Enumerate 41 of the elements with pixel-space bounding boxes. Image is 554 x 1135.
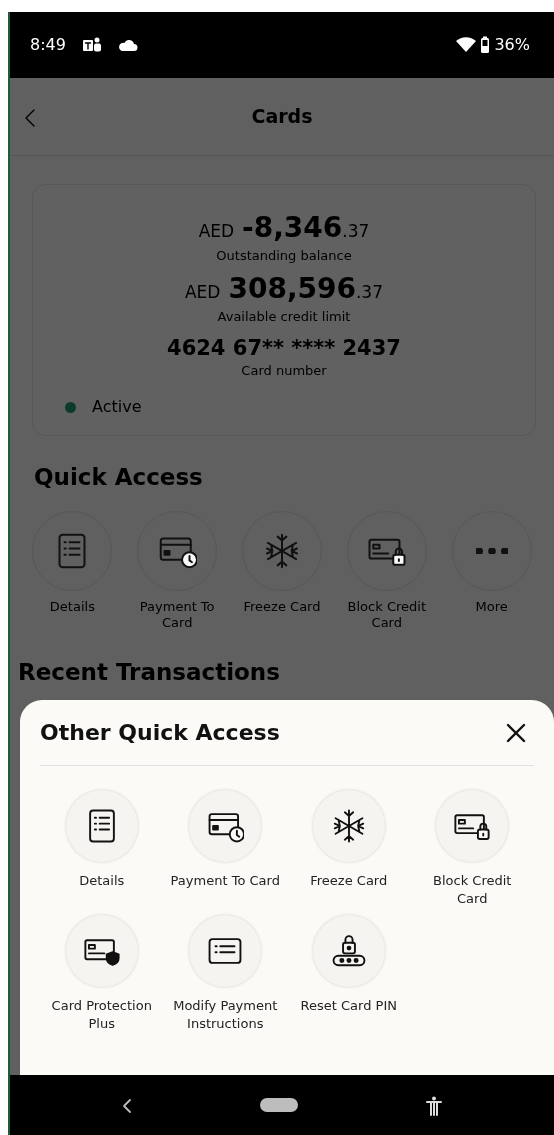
section-heading: Recent Transactions <box>17 658 281 688</box>
teams-icon <box>81 36 102 54</box>
accessibility-icon <box>426 1095 442 1116</box>
action-button[interactable] <box>189 790 262 862</box>
more-dots-icon <box>475 547 508 554</box>
currency-label: AED <box>198 220 235 243</box>
action-label: Details <box>49 598 95 616</box>
action-label: Freeze Card <box>310 872 388 890</box>
action-label: Block Credit Card <box>432 872 513 908</box>
action-button[interactable] <box>436 790 509 862</box>
action-label: Freeze Card <box>243 598 321 616</box>
battery-percent: 36% <box>494 34 530 56</box>
status-label: Active <box>92 396 142 419</box>
action-button[interactable] <box>312 790 385 862</box>
action-label: Reset Card PIN <box>300 997 397 1015</box>
wifi-icon <box>456 37 477 53</box>
card-number-caption: Card number <box>241 364 327 380</box>
back-chevron-icon <box>24 107 36 128</box>
amount-caption: Outstanding balance <box>216 249 352 264</box>
nav-back-icon <box>122 1097 132 1114</box>
action-label: Block Credit Card <box>346 598 427 632</box>
close-icon <box>506 723 526 743</box>
currency-label: AED <box>184 280 221 304</box>
home-button[interactable] <box>260 1098 298 1112</box>
cloud-icon <box>117 38 138 52</box>
amount-caption: Available credit limit <box>217 309 351 325</box>
action-label: Card Protection Plus <box>50 997 153 1033</box>
action-button[interactable] <box>65 790 138 862</box>
action-label: Modify Payment Instructions <box>172 997 279 1033</box>
sheet-title: Other Quick Access <box>40 719 280 747</box>
action-label: Payment To Card <box>138 598 216 632</box>
section-heading: Quick Access <box>33 463 204 493</box>
battery-icon <box>480 36 491 54</box>
action-label: Details <box>79 872 125 890</box>
screen-title: Cards <box>251 104 313 130</box>
amount-value: 308,596.37 <box>228 270 383 307</box>
amount-value: -8,346.37 <box>242 210 370 246</box>
action-label: More <box>475 598 508 616</box>
card-number: 4624 67** **** 2437 <box>167 334 401 362</box>
action-label: Payment To Card <box>170 872 280 890</box>
clock-time: 8:49 <box>30 34 66 56</box>
